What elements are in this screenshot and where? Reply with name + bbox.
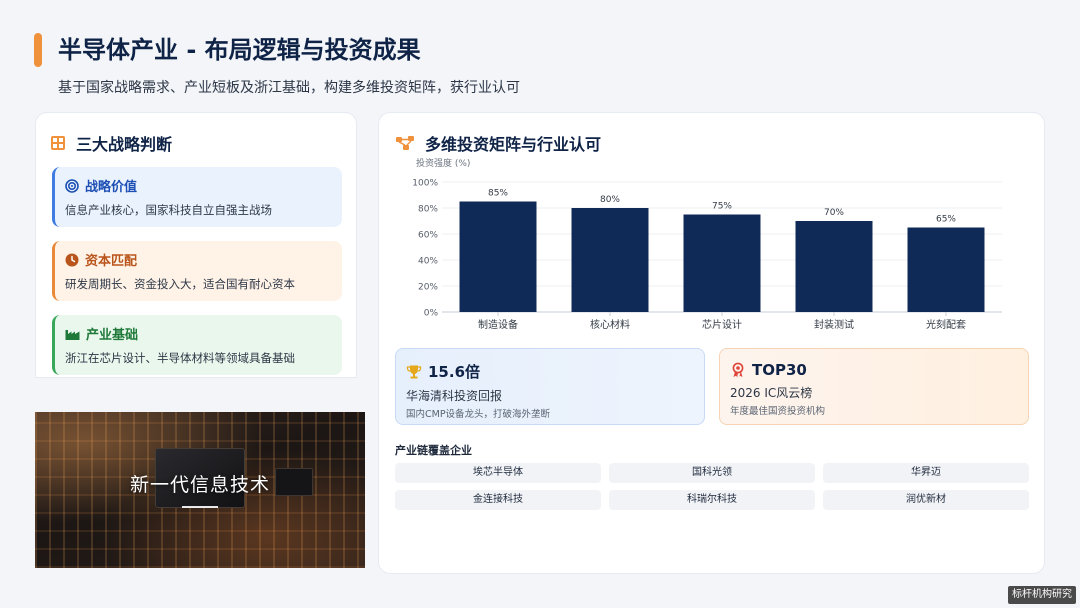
award-icon [732, 362, 744, 378]
watermark: 标杆机构研究 [1008, 586, 1076, 604]
x-tick-label: 封装测试 [814, 318, 854, 331]
caption-underline [182, 506, 218, 508]
title-accent-bar [34, 33, 42, 67]
strategy-item-desc: 信息产业核心，国家科技自立自强主战场 [65, 203, 272, 217]
stat-note: 年度最佳国资投资机构 [730, 406, 826, 417]
investment-card-title: 多维投资矩阵与行业认可 [425, 135, 602, 154]
factory-icon [65, 329, 80, 340]
investment-bar-chart: 投资强度 (%) 0% 20% 40% 60% 80% 100% 85% 制造设备 80% 核心材料… [412, 158, 1002, 331]
y-tick-label: 60% [418, 231, 438, 241]
bar [459, 201, 537, 312]
x-tick-label: 光刻配套 [926, 318, 966, 331]
trophy-icon [406, 365, 422, 378]
company-tag: 金连接科技 [395, 490, 601, 510]
clock-icon [65, 253, 79, 266]
company-tag: 润优新材 [823, 490, 1029, 510]
strategy-card-title: 三大战略判断 [76, 135, 173, 154]
coverage-title: 产业链覆盖企业 [395, 444, 472, 457]
strategy-item-title: 资本匹配 [85, 254, 138, 269]
stat-value: TOP30 [752, 361, 807, 379]
bar-data-label: 75% [712, 202, 732, 212]
bar-data-label: 80% [600, 195, 620, 205]
bar [907, 227, 985, 312]
stat-note: 国内CMP设备龙头，打破海外垄断 [406, 409, 551, 420]
x-tick-label: 芯片设计 [702, 318, 742, 331]
strategy-item-desc: 研发周期长、资金投入大，适合国有耐心资本 [65, 277, 295, 291]
strategy-item-title: 战略价值 [85, 180, 138, 195]
circuit-board-image: 新一代信息技术 [35, 412, 365, 568]
image-caption: 新一代信息技术 [129, 474, 270, 496]
bar-data-label: 70% [824, 208, 844, 218]
investment-card-header: 多维投资矩阵与行业认可 [395, 131, 601, 155]
y-axis-label: 投资强度 (%) [416, 158, 470, 169]
strategy-item-value: 战略价值 信息产业核心，国家科技自立自强主战场 [52, 167, 342, 227]
x-tick-label: 核心材料 [590, 318, 630, 331]
page-title: 半导体产业 - 布局逻辑与投资成果 [58, 36, 421, 64]
x-tick-label: 制造设备 [478, 318, 518, 331]
y-tick-label: 0% [424, 309, 439, 319]
stat-label: 华海清科投资回报 [406, 389, 503, 403]
bar [571, 208, 649, 312]
company-tag: 国科光领 [609, 463, 815, 483]
target-icon [65, 178, 79, 193]
y-tick-label: 40% [418, 257, 438, 267]
strategy-card: 三大战略判断 战略价值 信息产业核心，国家科技自立自强主战场 资本匹配 研发周期… [35, 112, 357, 378]
bar-data-label: 65% [936, 215, 956, 225]
strategy-item-capital: 资本匹配 研发周期长、资金投入大，适合国有耐心资本 [52, 241, 342, 301]
company-tag: 华昇迈 [823, 463, 1029, 483]
y-tick-label: 100% [412, 179, 438, 189]
company-tag: 埃芯半导体 [395, 463, 601, 483]
bar [795, 221, 873, 312]
company-tag: 科瑞尔科技 [609, 490, 815, 510]
stat-value: 15.6倍 [428, 363, 481, 381]
bar-data-label: 85% [488, 189, 508, 199]
y-tick-label: 20% [418, 283, 438, 293]
grid-icon [51, 136, 65, 150]
strategy-card-header: 三大战略判断 [50, 131, 172, 155]
stat-label: 2026 IC风云榜 [730, 386, 813, 400]
bar [683, 214, 761, 312]
network-icon [396, 136, 414, 150]
page-subtitle: 基于国家战略需求、产业短板及浙江基础，构建多维投资矩阵，获行业认可 [58, 80, 520, 96]
strategy-item-title: 产业基础 [86, 328, 139, 343]
stat-card-ranking: TOP30 2026 IC风云榜 年度最佳国资投资机构 [719, 348, 1029, 425]
y-tick-label: 80% [418, 205, 438, 215]
strategy-item-foundation: 产业基础 浙江在芯片设计、半导体材料等领域具备基础 [52, 315, 342, 375]
stat-card-return: 15.6倍 华海清科投资回报 国内CMP设备龙头，打破海外垄断 [395, 348, 705, 425]
strategy-item-desc: 浙江在芯片设计、半导体材料等领域具备基础 [65, 351, 295, 365]
